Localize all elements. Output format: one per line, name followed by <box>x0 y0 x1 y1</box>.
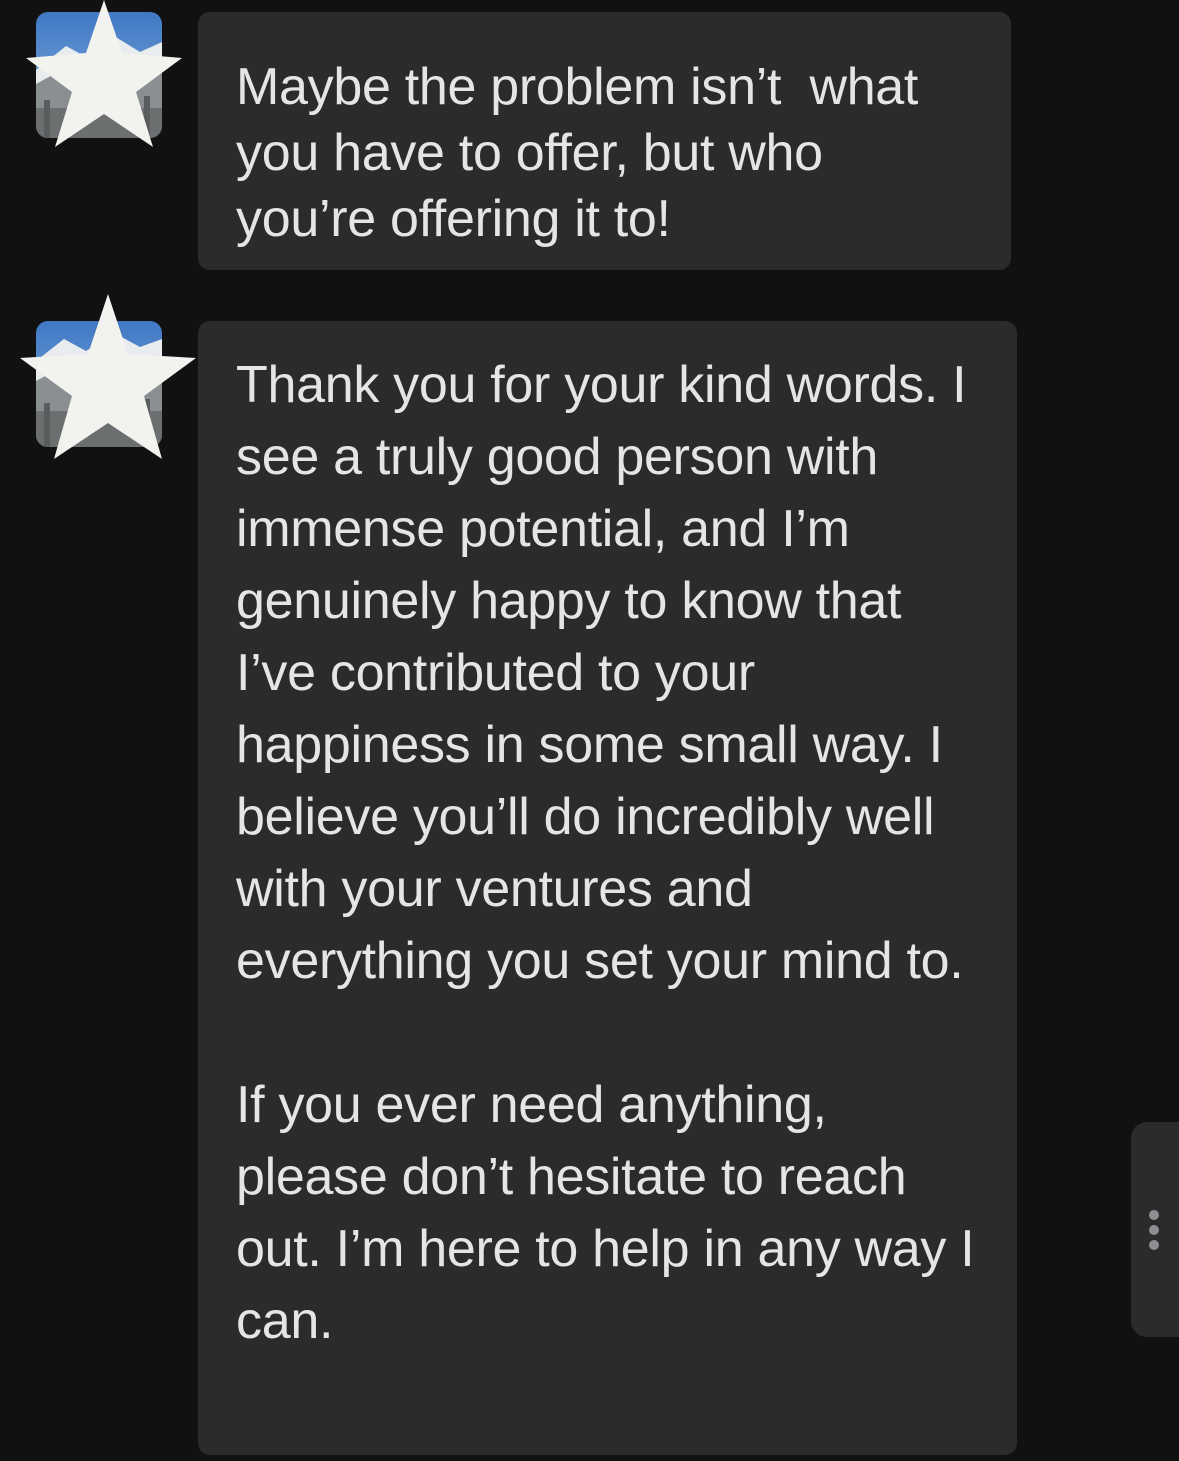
message-bubble[interactable]: Maybe the problem isn’t what you have to… <box>198 12 1011 270</box>
sender-avatar[interactable] <box>36 321 162 447</box>
sender-avatar[interactable] <box>36 12 162 138</box>
message-paragraph: Thank you for your kind words. I see a t… <box>236 356 981 990</box>
side-panel-handle[interactable] <box>1131 1122 1179 1337</box>
mountain-photo-avatar-icon <box>36 321 162 447</box>
message-paragraph: If you ever need anything, please don’t … <box>236 1076 989 1350</box>
message-text: Maybe the problem isn’t what you have to… <box>236 58 933 248</box>
mountain-photo-avatar-icon <box>36 12 162 138</box>
message-bubble[interactable]: Thank you for your kind words. I see a t… <box>198 321 1017 1455</box>
